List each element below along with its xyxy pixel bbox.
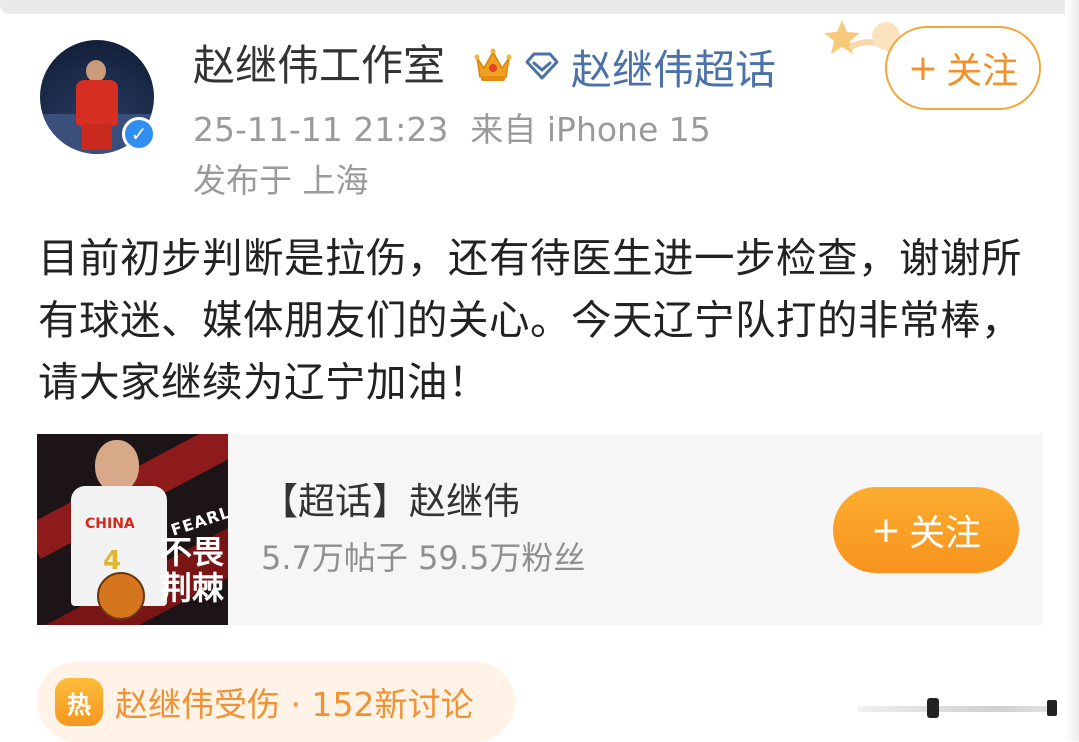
supertopic-link[interactable]: 赵继伟超话	[523, 38, 776, 94]
follow-author-label: 关注	[946, 51, 1019, 92]
post-meta: 25-11-11 21:23 来自 iPhone 15	[193, 108, 711, 152]
follow-supertopic-button[interactable]: + 关注	[833, 487, 1019, 573]
follow-author-button[interactable]: + 关注	[885, 26, 1041, 110]
plus-icon: +	[870, 509, 902, 551]
post-body-text: 目前初步判断是拉伤，还有待医生进一步检查，谢谢所有球迷、媒体朋友们的关心。今天辽…	[38, 234, 1022, 406]
diamond-icon	[525, 52, 559, 80]
cover-slogan: 不畏荆棘	[159, 533, 224, 607]
supertopic-cover-image: CHINA 4 FEARLESS 不畏荆棘	[37, 434, 228, 625]
author-name[interactable]: 赵继伟工作室	[193, 38, 445, 94]
supertopic-card-stats: 5.7万帖子 59.5万粉丝	[261, 539, 586, 577]
plus-icon: +	[907, 47, 939, 89]
hot-icon: 热	[55, 678, 103, 726]
verified-badge-icon: ✓	[122, 117, 156, 151]
scrollbar-thumb[interactable]	[927, 698, 939, 718]
cover-player-face	[95, 440, 139, 492]
avatar-player-jersey	[76, 80, 118, 126]
basketball-icon	[97, 572, 145, 620]
supertopic-card[interactable]: CHINA 4 FEARLESS 不畏荆棘 【超话】赵继伟 5.7万帖子 59.…	[37, 434, 1043, 625]
scrollbar-end	[1047, 700, 1057, 716]
window-right-edge	[1065, 0, 1079, 741]
post-source: 来自 iPhone 15	[470, 110, 711, 149]
window-top-edge	[0, 0, 1079, 14]
avatar-player-head	[86, 60, 106, 82]
crown-member-icon	[474, 48, 512, 81]
cover-jersey-text: CHINA	[85, 516, 135, 532]
supertopic-card-title: 【超话】赵继伟	[261, 480, 520, 523]
post-location: 发布于 上海	[193, 161, 369, 200]
hot-topic-chip[interactable]: 热 赵继伟受伤 · 152新讨论	[37, 662, 515, 742]
post-timestamp: 25-11-11 21:23	[193, 110, 449, 149]
horizontal-scrollbar[interactable]	[857, 698, 1057, 718]
follow-supertopic-label: 关注	[909, 513, 982, 554]
supertopic-link-label: 赵继伟超话	[571, 46, 776, 94]
scrollbar-track	[857, 706, 1057, 712]
avatar-player-shorts	[82, 124, 112, 150]
hot-topic-text: 赵继伟受伤 · 152新讨论	[115, 685, 474, 724]
